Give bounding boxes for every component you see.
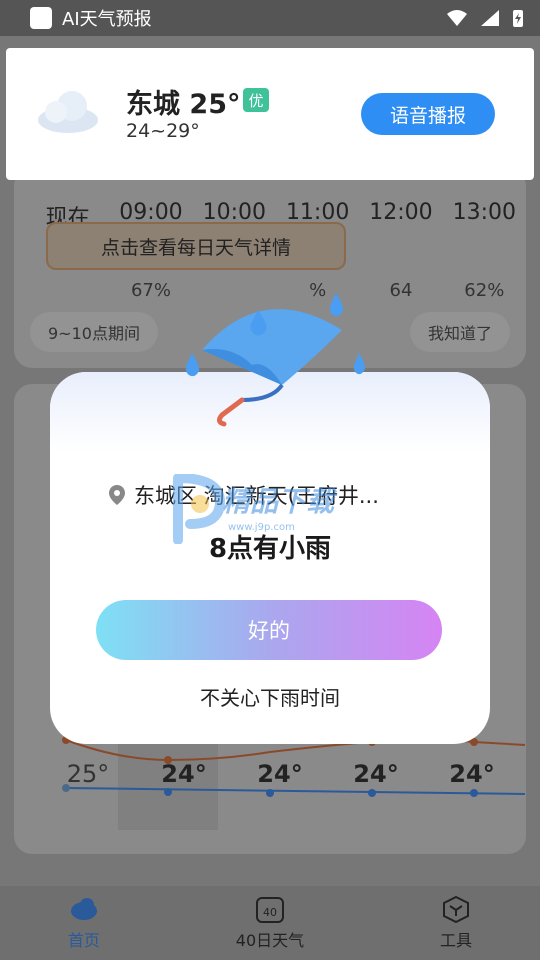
raindrop-icon <box>329 293 344 317</box>
low-temp-point <box>164 788 172 796</box>
low-temp-value: 24° <box>161 760 207 788</box>
wifi-icon <box>447 10 467 26</box>
low-temp-value: 24° <box>257 760 303 788</box>
watermark-badge-icon <box>173 474 226 544</box>
raindrop-icon <box>185 353 200 377</box>
nav-40-day[interactable]: 40 40日天气 <box>236 895 304 951</box>
low-temp-row: 25° 24° 24° 24° 24° <box>40 760 520 788</box>
nav-tools[interactable]: 工具 <box>440 895 472 951</box>
status-icons <box>446 8 524 28</box>
temperature-range: 24~29° <box>126 120 200 142</box>
hour-label: 12:00 <box>369 200 433 225</box>
got-it-button[interactable]: 我知道了 <box>409 312 510 352</box>
daily-detail-tip[interactable]: 点击查看每日天气详情 <box>46 222 346 270</box>
status-app-title: AI天气预报 <box>62 9 152 30</box>
signal-icon <box>481 10 499 26</box>
watermark-url: www.j9p.com <box>228 522 295 533</box>
voice-broadcast-button[interactable]: 语音播报 <box>361 93 495 135</box>
raindrop-icon <box>353 353 366 375</box>
humidity-value <box>26 280 109 301</box>
city-name: 东城 <box>126 89 180 120</box>
nav-label: 40日天气 <box>235 931 305 950</box>
cloud-weather-icon <box>38 91 98 133</box>
nav-label: 工具 <box>440 931 473 950</box>
battery-icon <box>513 10 523 27</box>
app-icon <box>30 7 52 29</box>
rain-message: 8点有小雨 <box>208 534 332 564</box>
ok-button[interactable]: 好的 <box>96 600 442 660</box>
cube-icon <box>443 895 470 923</box>
low-temp-value: 25° <box>66 760 110 788</box>
hour-label: 13:00 <box>452 200 516 225</box>
status-bar: AI天气预报 <box>0 0 540 36</box>
low-temp-point <box>470 789 478 797</box>
nav-home[interactable]: 首页 <box>68 895 100 951</box>
dont-care-link[interactable]: 不关心下雨时间 <box>50 682 490 711</box>
aqi-badge: 优 <box>243 88 269 112</box>
city-temperature: 东城 25° <box>126 82 240 121</box>
calendar-40-icon: 40 <box>255 897 284 923</box>
low-temp-value: 24° <box>449 760 495 788</box>
raindrop-icon <box>250 310 267 336</box>
svg-text:40: 40 <box>263 906 277 919</box>
cloud-icon <box>70 898 97 920</box>
location-card: 东城 25° 优 24~29° 语音播报 <box>6 48 534 180</box>
location-pin-icon <box>109 485 125 505</box>
low-temp-point <box>266 789 274 797</box>
rain-period-pill: 9~10点期间 <box>30 312 158 352</box>
nav-label: 首页 <box>67 931 100 950</box>
current-temperature: 25° <box>189 89 241 120</box>
humidity-value: 62% <box>464 280 505 301</box>
bottom-nav: 首页 40 40日天气 工具 <box>0 886 540 960</box>
low-temp-point <box>368 789 376 797</box>
watermark-brand: 精品下载 <box>222 485 335 518</box>
low-temp-value: 24° <box>353 760 399 788</box>
